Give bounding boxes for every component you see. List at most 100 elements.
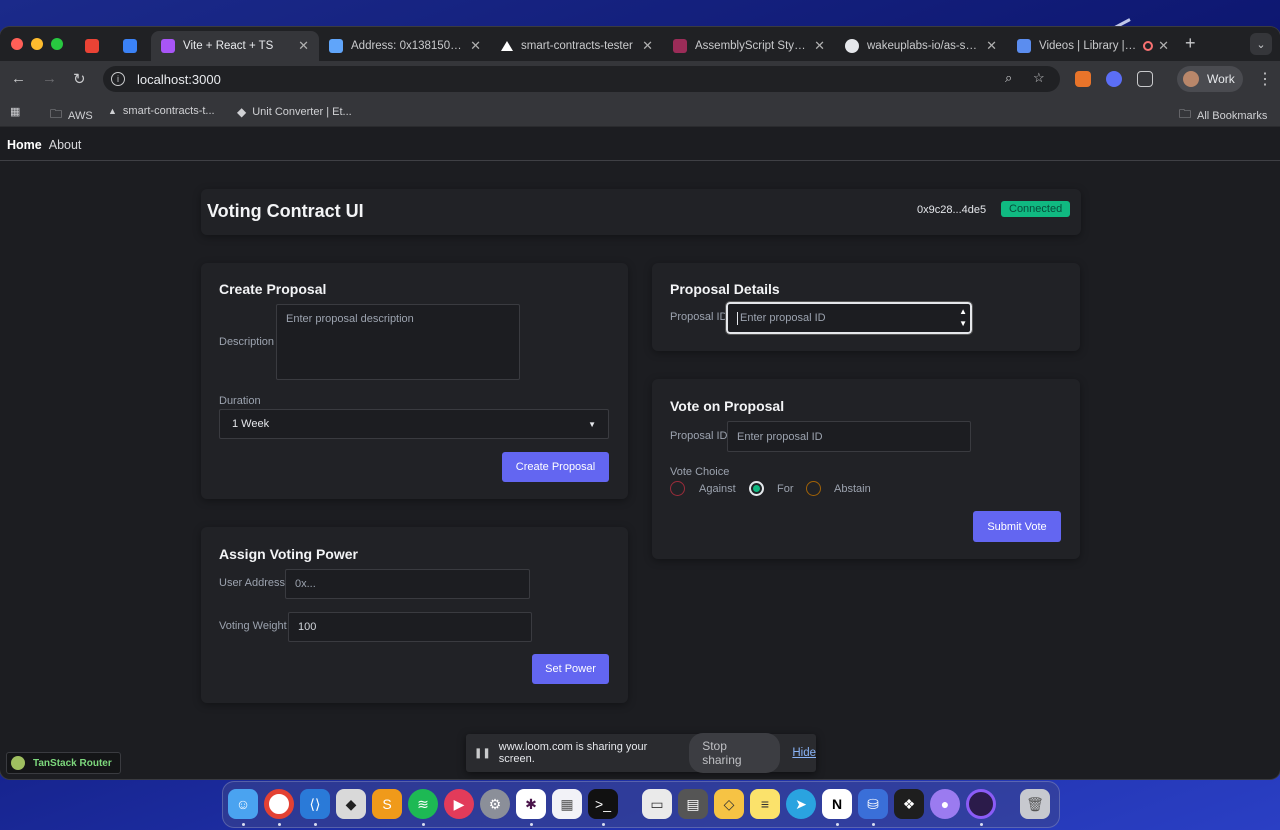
close-tab-icon[interactable]: ✕ [814, 38, 825, 54]
running-indicator [980, 823, 983, 826]
bookmark-label: All Bookmarks [1197, 109, 1268, 122]
figma-icon[interactable]: ❖ [894, 789, 924, 819]
ethereum-icon: ◆ [237, 105, 247, 119]
number-spinner-icon[interactable]: ▲ ▼ [959, 306, 967, 330]
vscode-icon[interactable]: ⟨⟩ [300, 789, 330, 819]
back-arrow-icon[interactable]: ← [11, 70, 26, 87]
profile-button[interactable]: Work [1177, 66, 1243, 92]
site-info-icon[interactable]: i [111, 72, 125, 86]
create-proposal-button[interactable]: Create Proposal [502, 452, 609, 482]
spotify-icon[interactable]: ≋ [408, 789, 438, 819]
bookmark-aws[interactable]: 🗀 AWS [50, 105, 93, 126]
bookmark-label: AWS [68, 109, 93, 122]
sublime-icon[interactable]: S [372, 789, 402, 819]
minimize-window-button[interactable] [31, 38, 43, 50]
close-tab-icon[interactable]: ✕ [298, 38, 309, 54]
tab-address[interactable]: Address: 0x13815048... ✕ [319, 31, 491, 61]
running-indicator [278, 823, 281, 826]
reload-icon[interactable]: ↻ [73, 70, 86, 88]
hide-sharing-bar-link[interactable]: Hide [792, 747, 816, 759]
tab-loom[interactable]: Videos | Library | Loom ✕ [1007, 31, 1179, 61]
more-menu-icon[interactable]: ⋮ [1257, 69, 1273, 89]
radio-for[interactable] [749, 481, 764, 496]
screen-sharing-bar: ❚❚ www.loom.com is sharing your screen. … [466, 733, 816, 773]
description-textarea[interactable]: Enter proposal description [276, 304, 520, 380]
chrome-icon[interactable] [264, 789, 294, 819]
header-card: Voting Contract UI 0x9c28...4de5 Connect… [201, 189, 1081, 235]
tanstack-router-devtools-button[interactable]: TanStack Router [6, 752, 121, 774]
wallet-extension-icon[interactable] [1106, 71, 1122, 87]
user-address-input[interactable]: 0x... [285, 569, 530, 599]
zoom-search-icon[interactable]: ⌕ [1005, 70, 1012, 86]
radio-label-against: Against [699, 483, 736, 495]
arc-app-icon[interactable]: ● [930, 789, 960, 819]
cursor-app-icon[interactable]: ◆ [336, 789, 366, 819]
finder-icon[interactable]: ☺ [228, 789, 258, 819]
telegram-icon[interactable]: ➤ [786, 789, 816, 819]
launchpad-icon[interactable]: ▦ [552, 789, 582, 819]
nav-home-link[interactable]: Home [7, 138, 42, 152]
close-tab-icon[interactable]: ✕ [986, 38, 997, 54]
zoom-window-button[interactable] [51, 38, 63, 50]
close-tab-icon[interactable]: ✕ [1158, 38, 1169, 54]
notion-icon[interactable]: N [822, 789, 852, 819]
vote-card: Vote on Proposal Proposal ID Enter propo… [652, 379, 1080, 559]
stop-sharing-button[interactable]: Stop sharing [689, 733, 781, 773]
terminal-icon[interactable]: >_ [588, 789, 618, 819]
tab-label: AssemblyScript Stylus [695, 40, 807, 52]
slack-icon[interactable]: ✱ [516, 789, 546, 819]
set-power-button[interactable]: Set Power [532, 654, 609, 684]
metamask-extension-icon[interactable] [1075, 71, 1091, 87]
radio-against[interactable] [670, 481, 685, 496]
close-window-button[interactable] [11, 38, 23, 50]
tab-vite[interactable]: Vite + React + TS ✕ [151, 31, 319, 61]
dock: ☺ ⟨⟩ ◆ S ≋ ▶ ⚙ ✱ ▦ >_ ▭ ▤ ◇ ≡ ➤ N ⛁ ❖ ● … [222, 781, 1060, 828]
vote-proposal-id-input[interactable]: Enter proposal ID [727, 421, 971, 452]
apps-grid-icon[interactable]: ▦ [10, 105, 20, 118]
close-tab-icon[interactable]: ✕ [642, 38, 653, 54]
tab-github[interactable]: wakeuplabs-io/as-stylus ✕ [835, 31, 1007, 61]
loom-icon [1017, 39, 1031, 53]
field-label: Vote Choice [670, 466, 730, 478]
page-title: Voting Contract UI [207, 201, 364, 221]
notes-icon[interactable]: ≡ [750, 789, 780, 819]
duration-select[interactable]: 1 Week ▼ [219, 409, 609, 439]
radio-abstain[interactable] [806, 481, 821, 496]
tab-label: Videos | Library | Loom [1039, 40, 1139, 52]
bookmark-star-icon[interactable]: ☆ [1033, 70, 1045, 86]
tab-pinned-app[interactable] [113, 31, 151, 61]
field-label: User Address [219, 577, 286, 589]
new-tab-button[interactable]: + [1185, 33, 1196, 54]
field-label: Duration [219, 395, 261, 407]
database-app-icon[interactable]: ⛁ [858, 789, 888, 819]
tab-gmail[interactable] [75, 31, 113, 61]
system-settings-icon[interactable]: ⚙ [480, 789, 510, 819]
section-title: Proposal Details [670, 281, 780, 297]
voting-weight-input[interactable]: 100 [288, 612, 532, 642]
all-bookmarks[interactable]: 🗀 All Bookmarks [1179, 105, 1267, 126]
address-url: localhost:3000 [137, 71, 221, 87]
tab-assemblyscript[interactable]: AssemblyScript Stylus ✕ [663, 31, 835, 61]
tab-search-button[interactable]: ⌄ [1250, 33, 1272, 55]
calculator-icon[interactable]: ▤ [678, 789, 708, 819]
preview-icon[interactable]: ▭ [642, 789, 672, 819]
nav-about-link[interactable]: About [49, 138, 82, 152]
close-tab-icon[interactable]: ✕ [470, 38, 481, 54]
extensions-puzzle-icon[interactable] [1137, 71, 1153, 87]
trash-icon[interactable]: 🗑 [1020, 789, 1050, 819]
bookmark-smart-contracts[interactable]: ▲ smart-contracts-t... [108, 105, 215, 117]
gmail-icon [85, 39, 99, 53]
loom-app-icon[interactable] [966, 789, 996, 819]
text-cursor [737, 311, 738, 325]
tanstack-logo-icon [11, 756, 25, 770]
proposal-details-id-input[interactable]: Enter proposal ID ▲ ▼ [725, 301, 973, 335]
address-bar[interactable]: i localhost:3000 ⌕ ☆ [103, 66, 1060, 92]
forward-arrow-icon[interactable]: → [42, 70, 57, 87]
submit-vote-button[interactable]: Submit Vote [973, 511, 1061, 542]
bookmark-unit-converter[interactable]: ◆ Unit Converter | Et... [237, 105, 352, 119]
tab-smart-contracts-tester[interactable]: smart-contracts-tester ✕ [491, 31, 663, 61]
music-app-icon[interactable]: ▶ [444, 789, 474, 819]
keynote-icon[interactable]: ◇ [714, 789, 744, 819]
tab-strip: Vite + React + TS ✕ Address: 0x13815048.… [0, 27, 1280, 61]
bookmark-label: Unit Converter | Et... [252, 106, 352, 118]
